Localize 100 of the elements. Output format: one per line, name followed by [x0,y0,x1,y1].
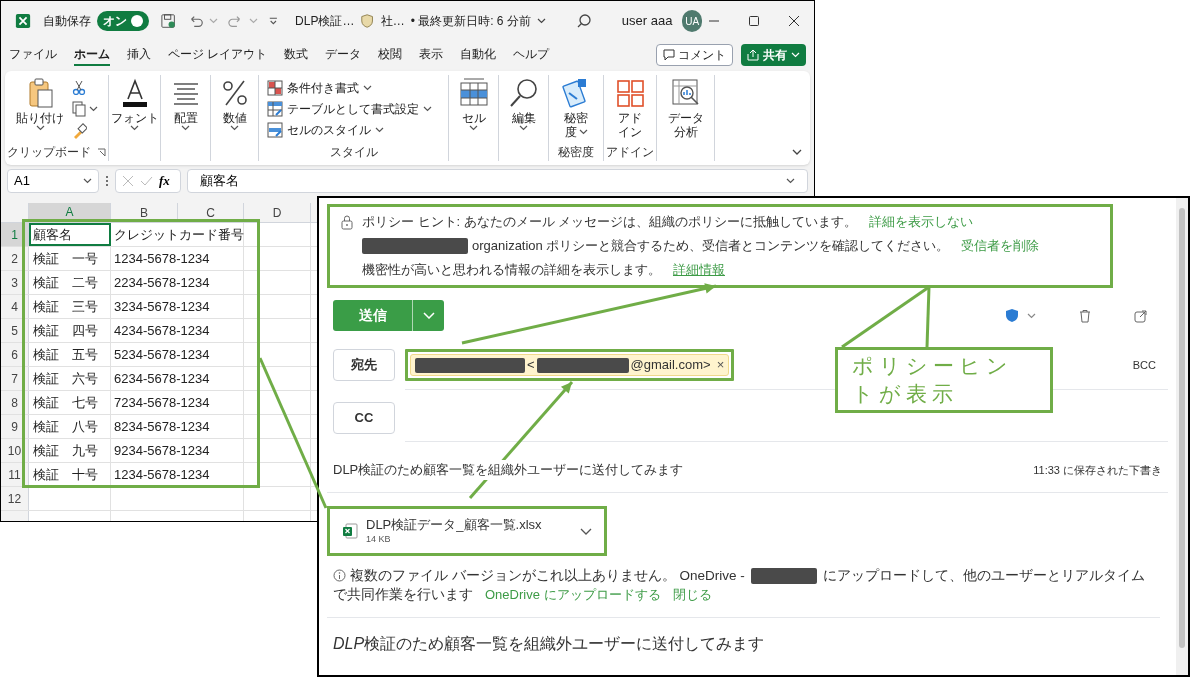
chevron-down-icon[interactable] [89,106,98,112]
chevron-down-icon[interactable] [519,125,528,131]
column-header[interactable]: B [111,203,178,222]
user-avatar[interactable]: UA [682,10,702,32]
name-box[interactable]: A1 [7,169,99,193]
table-cell[interactable]: 検証 十号 [29,463,111,486]
ribbon-button[interactable]: 編集 [506,77,541,131]
link[interactable]: OneDrive にアップロードする [485,585,661,604]
menu-tab[interactable]: ページ レイアウト [168,44,268,66]
table-cell[interactable]: 9234-5678-1234 [111,439,244,462]
table-cell[interactable]: 3234-5678-1234 [111,295,244,318]
table-cell[interactable]: 検証 一号 [29,247,111,270]
table-cell[interactable]: 検証 六号 [29,367,111,390]
style-menu-item[interactable]: セルのスタイル [267,121,448,139]
row-header[interactable]: 5 [1,319,29,342]
menu-tab[interactable]: 表示 [419,44,444,66]
menu-tab[interactable]: ホーム [74,44,110,66]
chevron-down-icon[interactable] [469,125,478,131]
table-cell[interactable]: 4234-5678-1234 [111,319,244,342]
scrollbar[interactable] [1176,198,1188,675]
menu-tab[interactable]: 挿入 [127,44,151,66]
cc-button[interactable]: CC [333,402,395,434]
row-header[interactable]: 10 [1,439,29,462]
chevron-down-icon[interactable] [536,18,546,24]
bcc-button[interactable]: BCC [1132,356,1156,374]
row-header[interactable]: 9 [1,415,29,438]
shield-icon[interactable] [1005,308,1019,323]
table-cell[interactable]: 検証 三号 [29,295,111,318]
style-menu-item[interactable]: 条件付き書式 [267,79,448,97]
row-header[interactable]: 12 [1,487,29,510]
chevron-down-icon[interactable] [786,178,795,184]
table-cell[interactable]: 検証 八号 [29,415,111,438]
chevron-down-icon[interactable] [35,125,45,131]
chevron-down-icon[interactable] [375,127,384,133]
table-cell[interactable]: 6234-5678-1234 [111,367,244,390]
autosave-toggle[interactable]: オン [97,11,149,31]
scissors-icon[interactable] [71,79,87,95]
row-header[interactable]: 3 [1,271,29,294]
chevron-down-icon[interactable] [230,125,239,131]
search-icon[interactable] [575,13,592,29]
to-button[interactable]: 宛先 [333,349,395,381]
link[interactable]: 詳細を表示しない [869,210,974,234]
chevron-down-icon[interactable] [83,178,92,184]
link[interactable]: 閉じる [672,585,712,604]
maximize-icon[interactable] [748,15,760,27]
menu-tab[interactable]: ヘルプ [513,44,550,66]
row-header[interactable]: 8 [1,391,29,414]
close-icon[interactable] [788,15,800,27]
row-header[interactable]: 6 [1,343,29,366]
recipient-chip[interactable]: < @gmail.com> × [410,354,730,376]
table-cell[interactable]: 検証 四号 [29,319,111,342]
formula-field[interactable]: 顧客名 [187,169,808,193]
table-cell[interactable]: 1234-5678-1234 [111,463,244,486]
more-icon[interactable] [105,174,109,188]
ribbon-button[interactable]: 数値 [217,77,252,131]
chevron-down-icon[interactable] [580,527,592,535]
menu-tab[interactable]: データ [325,44,362,66]
row-header[interactable]: 11 [1,463,29,486]
ribbon-button[interactable]: フォント [109,77,160,131]
link[interactable]: 受信者を削除 [961,234,1040,258]
customize-icon[interactable] [268,15,280,27]
remove-recipient-button[interactable]: × [716,355,725,375]
chevron-down-icon[interactable] [181,125,190,131]
pop-out-icon[interactable] [1134,308,1148,323]
table-cell[interactable]: 検証 九号 [29,439,111,462]
table-cell[interactable]: 1234-5678-1234 [111,247,244,270]
table-cell[interactable]: 8234-5678-1234 [111,415,244,438]
table-cell[interactable]: 検証 二号 [29,271,111,294]
table-cell[interactable]: 7234-5678-1234 [111,391,244,414]
attachment-card[interactable]: DLP検証データ_顧客一覧.xlsx 14 KB [327,506,607,556]
row-header[interactable]: 2 [1,247,29,270]
row-header[interactable]: 1 [1,223,29,246]
ribbon-button[interactable]: 配置 [168,77,203,131]
menu-tab[interactable]: ファイル [9,44,57,66]
ribbon-button[interactable]: セル [456,77,491,131]
ribbon-button[interactable]: 秘密 度 [559,77,593,139]
table-cell[interactable]: 5234-5678-1234 [111,343,244,366]
launcher-icon[interactable] [97,147,106,157]
menu-tab[interactable]: 自動化 [460,44,497,66]
comment-button[interactable]: コメント [656,44,733,66]
chevron-down-icon[interactable] [363,85,372,91]
menu-tab[interactable]: 数式 [284,44,309,66]
function-button[interactable]: fx [159,171,170,191]
delete-icon[interactable] [1078,308,1092,323]
save-icon[interactable] [161,12,177,30]
column-header[interactable]: C [178,203,244,222]
subject-field[interactable]: DLP検証のため顧客一覧を組織外ユーザーに送付してみます [333,460,684,480]
message-body[interactable]: DLP検証のため顧客一覧を組織外ユーザーに送付してみます [327,632,765,656]
column-header[interactable]: D [244,203,311,222]
style-menu-item[interactable]: テーブルとして書式設定 [267,100,448,118]
row-header[interactable]: 4 [1,295,29,318]
row-header[interactable]: 7 [1,367,29,390]
table-cell[interactable]: 検証 五号 [29,343,111,366]
table-cell[interactable]: 検証 七号 [29,391,111,414]
collapse-ribbon-icon[interactable] [792,149,802,155]
menu-tab[interactable]: 校閲 [378,44,403,66]
share-button[interactable]: 共有 [741,44,806,66]
ribbon-button[interactable]: アド イン [613,77,647,139]
copy-icon[interactable] [71,101,87,117]
table-cell[interactable]: 顧客名 [29,223,111,246]
